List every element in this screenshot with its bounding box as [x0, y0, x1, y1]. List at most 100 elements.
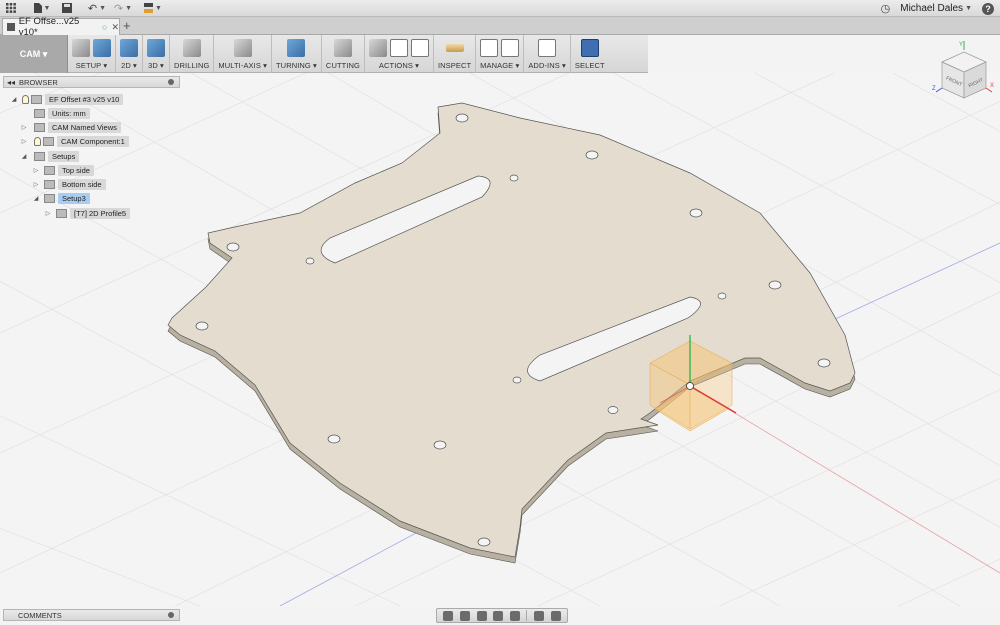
tree-item-setup[interactable]: ▷ Bottom side	[32, 178, 106, 190]
grid-settings-icon[interactable]	[550, 610, 561, 621]
expand-triangle-icon[interactable]: ▷	[32, 167, 40, 174]
file-menu-icon[interactable]: ▼	[28, 0, 56, 17]
panel-options-icon[interactable]	[168, 612, 174, 618]
document-icon	[7, 23, 15, 31]
fit-icon[interactable]	[509, 610, 520, 621]
visibility-bulb-icon[interactable]	[34, 136, 41, 146]
cutting-group-label[interactable]: CUTTING	[326, 61, 360, 70]
select-arrow-icon[interactable]	[580, 39, 599, 57]
multi-axis-group[interactable]: MULTI-AXIS ▾	[214, 35, 272, 73]
expand-triangle-icon[interactable]: ◢	[32, 195, 40, 202]
tree-item-units[interactable]: Units: mm	[34, 107, 90, 119]
measure-icon[interactable]	[445, 44, 464, 52]
look-at-icon[interactable]	[459, 610, 470, 621]
post-process-icon[interactable]	[389, 39, 408, 57]
comments-panel-header[interactable]: COMMENTS	[3, 609, 180, 621]
2d-group[interactable]: 2D ▾	[116, 35, 143, 73]
turning-icon[interactable]	[287, 39, 306, 57]
document-tab-bar: EF Offse...v25 v10* ○ ✕ +	[0, 16, 1000, 38]
scripts-icon[interactable]	[538, 39, 557, 57]
drilling-group[interactable]: DRILLING	[170, 35, 215, 73]
expand-triangle-icon[interactable]: ▷	[44, 210, 52, 217]
grid-icon[interactable]	[0, 0, 22, 17]
cutting-icon[interactable]	[333, 39, 352, 57]
new-tab-button[interactable]: +	[123, 18, 131, 33]
setup-icon	[44, 193, 55, 203]
3d-group[interactable]: 3D ▾	[143, 35, 170, 73]
setup-group-label[interactable]: SETUP ▾	[76, 61, 107, 70]
tool-library-icon[interactable]	[480, 39, 499, 57]
panel-options-icon[interactable]	[168, 79, 174, 85]
tree-item-root[interactable]: ◢ EF Offset #3 v25 v10	[10, 93, 124, 105]
undo-icon[interactable]: ↶ ▼	[84, 0, 110, 17]
setup-sheet-icon[interactable]	[410, 39, 429, 57]
clock-icon[interactable]: ◷	[881, 0, 891, 17]
template-library-icon[interactable]	[501, 39, 520, 57]
tree-item-named-views[interactable]: ▷ CAM Named Views	[20, 121, 121, 133]
visibility-bulb-icon[interactable]	[22, 94, 29, 104]
close-icon[interactable]: ✕	[111, 22, 119, 33]
cutting-group[interactable]: CUTTING	[322, 35, 365, 73]
select-group[interactable]: SELECT	[571, 35, 609, 73]
redo-icon[interactable]: ↷ ▼	[110, 0, 136, 17]
select-group-label[interactable]: SELECT	[575, 61, 605, 70]
component-icon	[43, 136, 54, 146]
multi-axis-icon[interactable]	[233, 39, 252, 57]
expand-triangle-icon[interactable]: ▷	[20, 138, 28, 145]
expand-triangle-icon[interactable]: ▷	[32, 181, 40, 188]
actions-group[interactable]: ACTIONS ▾	[365, 35, 434, 73]
3d-toolpath-icon[interactable]	[147, 39, 165, 57]
tree-label: CAM Named Views	[48, 121, 121, 133]
operation-icon	[56, 208, 67, 218]
inspect-group[interactable]: INSPECT	[434, 35, 477, 73]
expand-triangle-icon[interactable]: ▷	[20, 124, 28, 131]
add-ins-group[interactable]: ADD-INS ▾	[524, 35, 571, 73]
add-ins-group-label[interactable]: ADD-INS ▾	[528, 61, 566, 70]
turning-group[interactable]: TURNING ▾	[272, 35, 322, 73]
setup-icon	[44, 179, 55, 189]
chevron-down-icon[interactable]: ▼	[965, 5, 972, 12]
multi-axis-group-label[interactable]: MULTI-AXIS ▾	[218, 61, 267, 70]
units-icon	[34, 108, 45, 118]
expand-triangle-icon[interactable]: ◢	[10, 96, 18, 103]
viewcube[interactable]: FRONT RIGHT Y Z X	[928, 38, 1000, 108]
drilling-group-label[interactable]: DRILLING	[174, 61, 209, 70]
save-icon[interactable]	[56, 0, 78, 17]
comments-title: COMMENTS	[18, 610, 62, 620]
user-account-menu[interactable]: Michael Dales	[900, 3, 963, 14]
manage-group-label[interactable]: MANAGE ▾	[480, 61, 519, 70]
collapse-panel-icon[interactable]: ◂◂	[7, 78, 15, 87]
2d-toolpath-icon[interactable]	[120, 39, 138, 57]
tree-item-operation[interactable]: ▷ [T7] 2D Profile5	[44, 207, 131, 219]
document-tab[interactable]: EF Offse...v25 v10* ○ ✕	[2, 16, 120, 38]
3d-group-label[interactable]: 3D ▾	[148, 61, 164, 70]
browser-panel-header[interactable]: ◂◂ BROWSER	[3, 76, 180, 88]
manage-group[interactable]: MANAGE ▾	[476, 35, 525, 73]
tree-item-setups[interactable]: ◢ Setups	[20, 150, 80, 162]
2d-group-label[interactable]: 2D ▾	[121, 61, 137, 70]
help-icon[interactable]: ?	[982, 2, 994, 15]
inspect-group-label[interactable]: INSPECT	[438, 61, 471, 70]
tree-item-component[interactable]: ▷ CAM Component:1	[20, 135, 129, 147]
tree-label: Units: mm	[48, 107, 90, 119]
drill-icon[interactable]	[182, 39, 201, 57]
new-setup-icon[interactable]	[72, 39, 90, 57]
simulate-icon[interactable]	[368, 39, 387, 57]
setup-folder-icon[interactable]	[93, 39, 111, 57]
divider	[526, 610, 528, 621]
pan-icon[interactable]	[476, 610, 487, 621]
actions-group-label[interactable]: ACTIONS ▾	[379, 61, 419, 70]
setup-group[interactable]: SETUP ▾	[68, 35, 116, 73]
tree-item-setup-active[interactable]: ◢ Setup3	[32, 192, 90, 204]
turning-group-label[interactable]: TURNING ▾	[276, 61, 317, 70]
3d-viewport[interactable]	[0, 73, 1000, 606]
orbit-icon[interactable]	[443, 610, 454, 621]
expand-triangle-icon[interactable]: ◢	[20, 153, 28, 160]
workspace-switcher[interactable]: CAM ▾	[0, 35, 68, 73]
zoom-icon[interactable]	[493, 610, 504, 621]
tree-item-setup[interactable]: ▷ Top side	[32, 164, 94, 176]
display-settings-icon[interactable]	[534, 610, 545, 621]
job-status-icon[interactable]: ▼	[140, 0, 166, 17]
setups-folder-icon	[34, 151, 45, 161]
application-bar: ▼ ↶ ▼ ↷ ▼ ▼ ◷ Michael Dales ▼ ?	[0, 0, 1000, 17]
